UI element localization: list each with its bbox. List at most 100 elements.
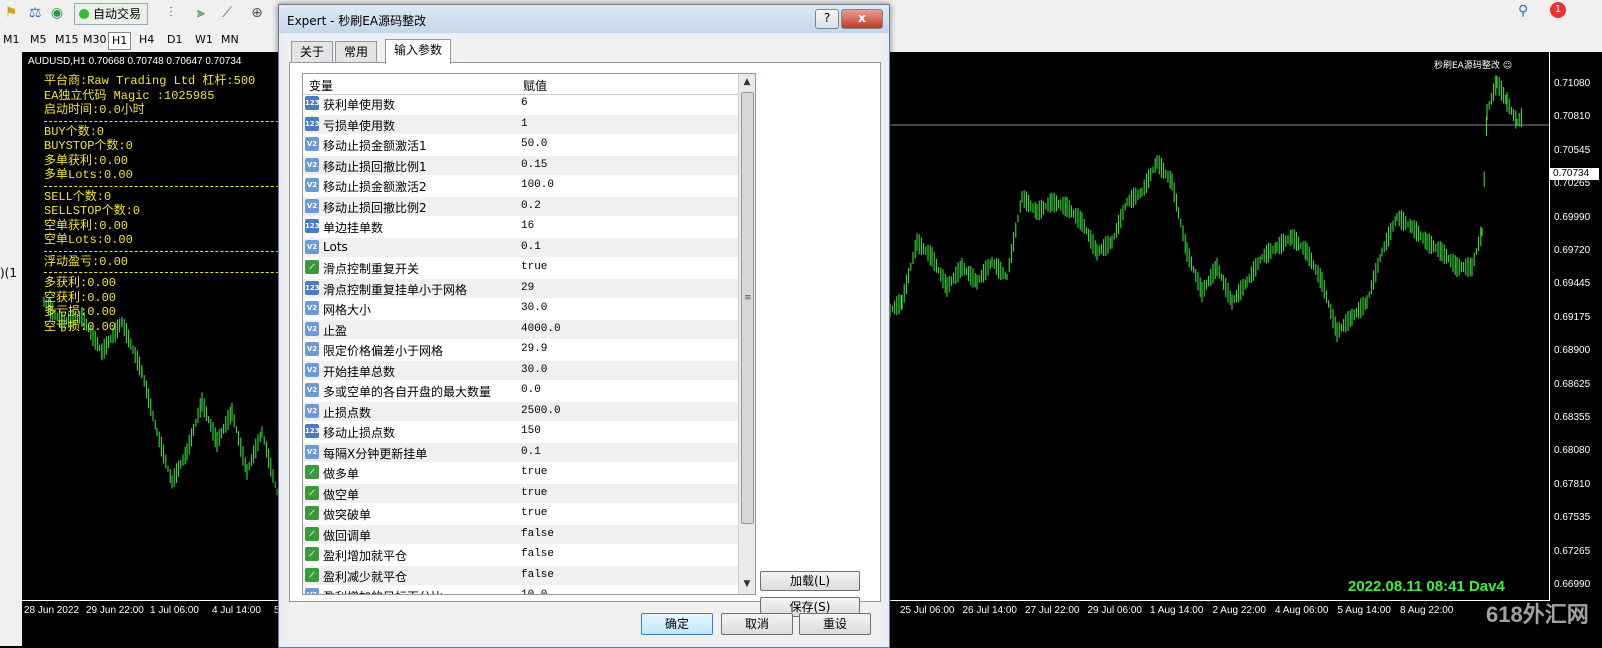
param-value[interactable]: 6 xyxy=(521,97,528,109)
param-value[interactable]: 29.9 xyxy=(521,343,547,355)
param-row[interactable]: V2 网格大小 30.0 xyxy=(303,299,739,320)
cancel-button[interactable]: 取消 xyxy=(721,613,793,635)
header-value[interactable]: 赋值 xyxy=(523,77,547,94)
price-tick: 0.70265 xyxy=(1554,178,1591,190)
params-scrollbar[interactable]: ▲ ≡ ▼ xyxy=(738,74,755,594)
tf-h4[interactable]: H4 xyxy=(136,32,157,48)
param-value[interactable]: 0.15 xyxy=(521,159,547,171)
param-value[interactable]: true xyxy=(521,507,547,519)
auto-trading-button[interactable]: 自动交易 xyxy=(74,3,149,25)
help-button[interactable]: ? xyxy=(815,9,839,29)
tf-m1[interactable]: M1 xyxy=(0,32,23,48)
tf-h1[interactable]: H1 xyxy=(108,32,132,50)
param-row[interactable]: V2 移动止损回撤比例1 0.15 xyxy=(303,155,739,176)
reset-button[interactable]: 重设 xyxy=(799,613,871,635)
scroll-down-icon[interactable]: ▼ xyxy=(739,576,755,592)
tf-w1[interactable]: W1 xyxy=(192,32,216,48)
tf-d1[interactable]: D1 xyxy=(164,32,185,48)
market-watch-icon[interactable]: ⚖ xyxy=(26,4,44,22)
param-value[interactable]: 0.2 xyxy=(521,200,541,212)
param-value[interactable]: 30.0 xyxy=(521,364,547,376)
time-tick: 4 Jul 14:00 xyxy=(212,605,261,616)
param-row[interactable]: 123 滑点控制重复挂单小于网格 29 xyxy=(303,278,739,299)
param-row[interactable]: 123 亏损单使用数 1 xyxy=(303,114,739,135)
param-name: 移动止损金额激活1 xyxy=(323,139,427,153)
param-row[interactable]: V2 Lots 0.1 xyxy=(303,237,739,258)
param-value[interactable]: 2500.0 xyxy=(521,405,561,417)
int-type-icon: 123 xyxy=(305,280,320,295)
param-value[interactable]: 16 xyxy=(521,220,534,232)
param-row[interactable]: ⟋ 做回调单 false xyxy=(303,524,739,545)
left-panel-fragment: )(1 xyxy=(0,266,17,280)
param-name: 亏损单使用数 xyxy=(323,118,396,133)
param-value[interactable]: 150 xyxy=(521,425,541,437)
param-row[interactable]: ⟋ 做空单 true xyxy=(303,483,739,504)
search-icon[interactable]: ⚲ xyxy=(1518,3,1528,19)
time-tick: 26 Jul 14:00 xyxy=(962,605,1018,616)
double-type-icon: V2 xyxy=(305,362,319,377)
param-row[interactable]: V2 限定价格偏差小于网格 29.9 xyxy=(303,340,739,361)
param-row[interactable]: V2 移动止损金额激活1 50.0 xyxy=(303,135,739,156)
header-variable[interactable]: 变量 xyxy=(309,77,333,94)
param-value[interactable]: 1 xyxy=(521,118,528,130)
param-value[interactable]: 100.0 xyxy=(521,179,554,191)
scroll-up-icon[interactable]: ▲ xyxy=(739,74,755,90)
double-type-icon: V2 xyxy=(305,239,319,254)
param-value[interactable]: 0.0 xyxy=(521,384,541,396)
tf-m15[interactable]: M15 xyxy=(52,32,82,48)
param-name: 限定价格偏差小于网格 xyxy=(323,344,444,358)
param-value[interactable]: false xyxy=(521,569,554,581)
param-value[interactable]: 0.1 xyxy=(521,446,541,458)
param-value[interactable]: true xyxy=(521,261,547,273)
navigator-icon[interactable]: ◉ xyxy=(48,4,66,22)
dialog-titlebar[interactable]: Expert - 秒刷EA源码整改 ? x xyxy=(279,5,889,33)
param-row[interactable]: V2 移动止损回撤比例2 0.2 xyxy=(303,196,739,217)
close-button[interactable]: x xyxy=(841,9,883,29)
param-value[interactable]: 50.0 xyxy=(521,138,547,150)
param-row[interactable]: 123 获利单使用数 6 xyxy=(303,94,739,115)
param-value[interactable]: true xyxy=(521,466,547,478)
param-row[interactable]: ⟋ 盈利增加就平仓 false xyxy=(303,545,739,566)
param-row[interactable]: V2 移动止损金额激活2 100.0 xyxy=(303,176,739,197)
param-row[interactable]: ⟋ 做突破单 true xyxy=(303,504,739,525)
info-line: 多获利:0.00 xyxy=(44,276,117,290)
info-line: 浮动盈亏:0.00 xyxy=(44,254,129,269)
load-button[interactable]: 加载(L) xyxy=(760,571,860,591)
param-value[interactable]: false xyxy=(521,548,554,560)
scroll-thumb[interactable]: ≡ xyxy=(741,92,754,524)
zoom-in-icon[interactable]: ⊕ xyxy=(248,4,266,22)
param-row[interactable]: ⟋ 滑点控制重复开关 true xyxy=(303,258,739,279)
new-order-icon[interactable]: ⚑ xyxy=(2,4,20,22)
param-row[interactable]: ⟋ 做多单 true xyxy=(303,463,739,484)
bar-chart-icon[interactable]: ⫶ xyxy=(162,4,180,22)
param-value[interactable]: 0.1 xyxy=(521,241,541,253)
param-name: 滑点控制重复挂单小于网格 xyxy=(323,282,468,297)
param-row[interactable]: V2 每隔X分钟更新挂单 0.1 xyxy=(303,442,739,463)
param-value[interactable]: 30.0 xyxy=(521,302,547,314)
line-chart-icon[interactable]: ⟋ xyxy=(218,4,236,22)
notification-badge[interactable]: 1 xyxy=(1550,2,1566,18)
param-value[interactable]: false xyxy=(521,528,554,540)
param-value[interactable]: 29 xyxy=(521,282,534,294)
tf-m30[interactable]: M30 xyxy=(80,32,110,48)
param-row[interactable]: V2 开始挂单总数 30.0 xyxy=(303,360,739,381)
param-row[interactable]: V2 止损点数 2500.0 xyxy=(303,401,739,422)
param-value[interactable]: 4000.0 xyxy=(521,323,561,335)
param-row[interactable]: V2 多或空单的各自开盘的最大数量 0.0 xyxy=(303,381,739,402)
param-row[interactable]: V2 盈利增加的目标百分比 10.0 xyxy=(303,586,739,594)
candlestick-icon[interactable]: ⫸ xyxy=(192,4,210,22)
ok-button[interactable]: 确定 xyxy=(641,613,713,635)
param-value[interactable]: true xyxy=(521,487,547,499)
param-row[interactable]: 123 移动止损点数 150 xyxy=(303,422,739,443)
tf-m5[interactable]: M5 xyxy=(27,32,50,48)
int-type-icon: 123 xyxy=(305,96,320,110)
tf-mn[interactable]: MN xyxy=(218,32,242,48)
param-row[interactable]: 123 单边挂单数 16 xyxy=(303,217,739,238)
tab-common[interactable]: 常用 xyxy=(335,41,378,62)
param-row[interactable]: ⟋ 盈利减少就平仓 false xyxy=(303,565,739,586)
tab-about[interactable]: 关于 xyxy=(291,41,334,62)
tab-inputs[interactable]: 输入参数 xyxy=(385,39,452,64)
param-row[interactable]: V2 止盈 4000.0 xyxy=(303,319,739,340)
param-value[interactable]: 10.0 xyxy=(521,589,547,594)
price-tick: 0.67535 xyxy=(1554,512,1591,524)
